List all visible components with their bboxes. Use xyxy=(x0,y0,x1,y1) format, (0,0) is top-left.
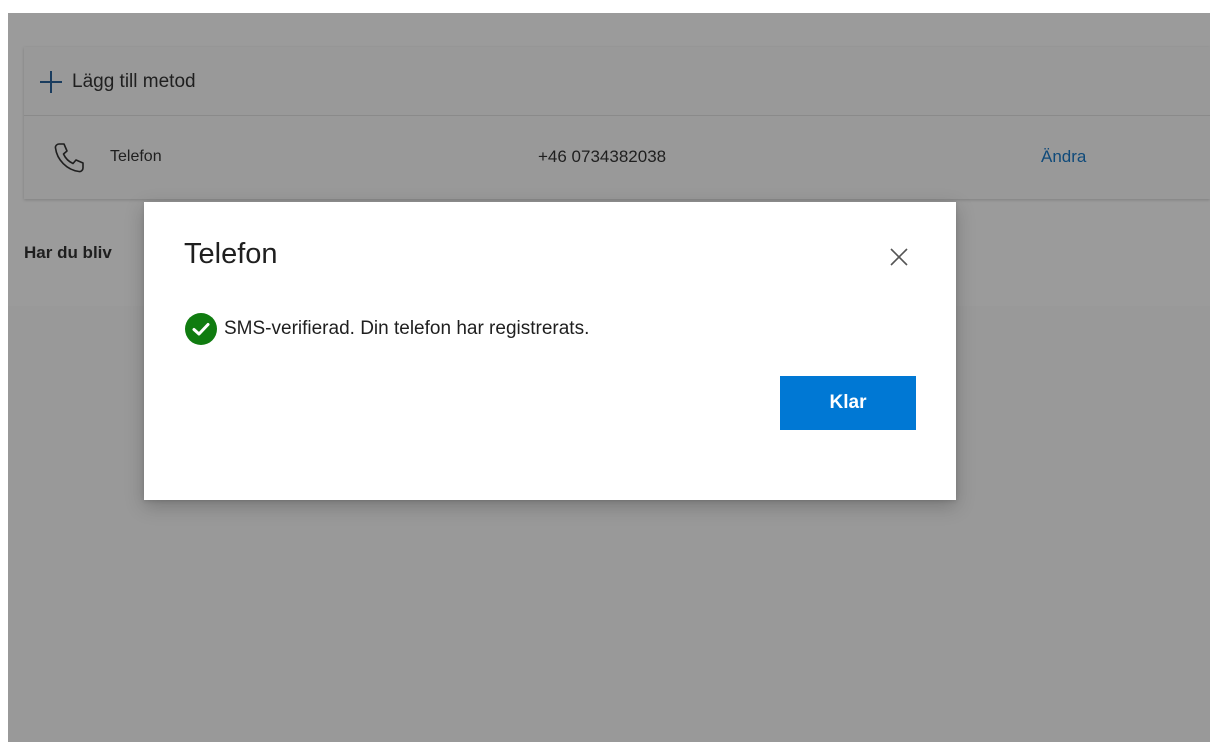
security-methods-card: Lägg till metod Telefon +46 0734382038 Ä… xyxy=(24,47,1210,199)
page-left-edge xyxy=(0,0,8,742)
status-text: SMS-verifierad. Din telefon har registre… xyxy=(224,318,590,339)
done-button[interactable]: Klar xyxy=(780,376,916,430)
close-icon[interactable] xyxy=(884,242,914,272)
plus-icon xyxy=(40,71,62,93)
change-method-link[interactable]: Ändra xyxy=(1041,147,1086,167)
phone-icon xyxy=(50,139,86,175)
lost-device-heading: Har du bliv xyxy=(24,243,112,262)
add-method-label: Lägg till metod xyxy=(72,71,196,92)
method-phone-number: +46 0734382038 xyxy=(538,147,667,166)
method-name: Telefon xyxy=(110,148,162,165)
phone-dialog: Telefon SMS-verifierad. Din telefon har … xyxy=(144,202,956,500)
page-top-edge xyxy=(0,0,1210,13)
dialog-title: Telefon xyxy=(184,238,278,270)
checkmark-circle-icon xyxy=(184,312,218,346)
add-method-button[interactable]: Lägg till metod xyxy=(40,67,196,97)
status-message: SMS-verifierad. Din telefon har registre… xyxy=(184,312,589,346)
method-row-phone: Telefon +46 0734382038 Ändra xyxy=(24,116,1210,199)
